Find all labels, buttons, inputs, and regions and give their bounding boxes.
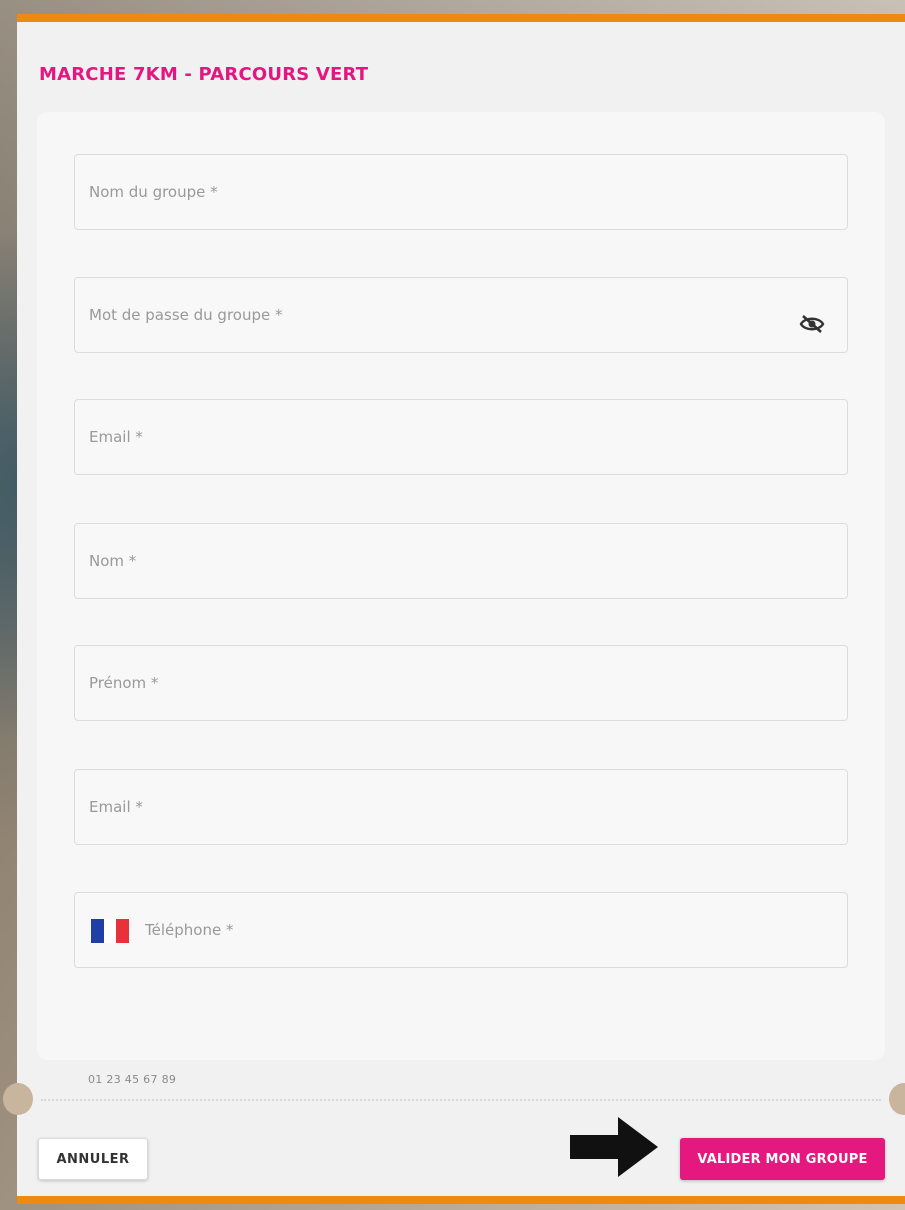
group-password-field[interactable]	[74, 277, 848, 353]
first-name-input[interactable]	[75, 646, 847, 720]
first-name-field[interactable]	[74, 645, 848, 721]
phone-field[interactable]	[74, 892, 848, 968]
group-name-field[interactable]	[74, 154, 848, 230]
group-password-input[interactable]	[75, 278, 847, 352]
submit-group-button[interactable]: VALIDER MON GROUPE	[680, 1138, 885, 1180]
email-confirm-field[interactable]	[74, 769, 848, 845]
right-arrow-icon	[570, 1117, 658, 1177]
phone-format-hint: 01 23 45 67 89	[88, 1073, 177, 1086]
ticket-notch-right	[889, 1083, 905, 1115]
modal-title: MARCHE 7KM - PARCOURS VERT	[39, 64, 369, 85]
email-confirm-input[interactable]	[75, 770, 847, 844]
ticket-notch-left	[3, 1083, 33, 1115]
phone-input[interactable]	[75, 893, 847, 967]
email-input[interactable]	[75, 400, 847, 474]
email-field[interactable]	[74, 399, 848, 475]
group-name-input[interactable]	[75, 155, 847, 229]
group-registration-modal: MARCHE 7KM - PARCOURS VERT Nom du groupe…	[3, 14, 905, 1204]
dotted-divider	[41, 1099, 881, 1101]
last-name-input[interactable]	[75, 524, 847, 598]
eye-off-icon[interactable]	[799, 314, 825, 334]
form-card: 01 23 45 67 89	[37, 112, 885, 1086]
last-name-field[interactable]	[74, 523, 848, 599]
cancel-button[interactable]: ANNULER	[38, 1138, 148, 1180]
